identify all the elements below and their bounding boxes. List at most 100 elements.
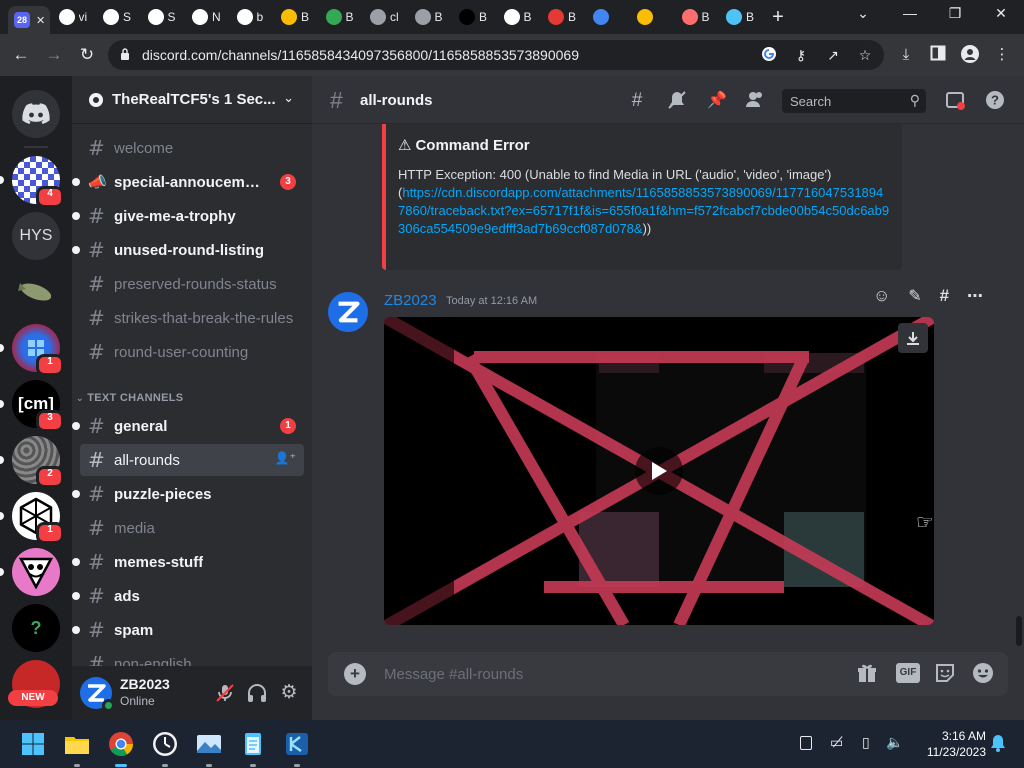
restore-button[interactable]: ❐ <box>940 5 970 22</box>
browser-tab[interactable]: B <box>275 4 320 30</box>
photos-icon[interactable] <box>194 729 224 759</box>
guild-question[interactable]: ? <box>12 604 60 652</box>
sticker-icon[interactable] <box>934 662 958 686</box>
browser-tab[interactable]: B <box>320 4 365 30</box>
browser-tab[interactable]: B <box>498 4 543 30</box>
channel-puzzle-pieces[interactable]: # puzzle-pieces <box>72 478 304 510</box>
channel-general[interactable]: # general 1 <box>72 410 304 442</box>
new-tab-button[interactable]: + <box>768 6 788 29</box>
kdenlive-icon[interactable] <box>282 729 312 759</box>
browser-tab[interactable]: b <box>231 4 276 30</box>
category-text-channels[interactable]: ⌄ TEXT CHANNELS <box>76 392 183 404</box>
avatar[interactable] <box>80 677 115 712</box>
chrome-icon[interactable] <box>106 729 136 759</box>
profile-icon[interactable] <box>960 45 980 65</box>
notepad-icon[interactable] <box>238 729 268 759</box>
guild-hys[interactable]: HYS <box>12 212 60 260</box>
search-input[interactable]: Search ⚲ <box>782 89 926 113</box>
add-attachment-button[interactable]: + <box>344 663 366 685</box>
channel-ads[interactable]: # ads <box>72 580 304 612</box>
close-tab-icon[interactable]: ✕ <box>36 14 45 27</box>
network-offline-icon[interactable]: ▭̸ <box>830 734 843 751</box>
bookmark-star-icon[interactable]: ☆ <box>856 46 874 64</box>
gift-icon[interactable] <box>856 662 880 686</box>
browser-tab[interactable]: B <box>676 4 721 30</box>
channel-unused-round-listing[interactable]: # unused-round-listing <box>72 234 304 266</box>
back-button[interactable]: ← <box>10 44 32 66</box>
download-icon[interactable]: ⤓ <box>896 45 916 65</box>
inbox-icon[interactable] <box>944 90 966 112</box>
google-lens-icon[interactable] <box>760 46 778 64</box>
browser-tab[interactable]: vi <box>53 4 98 30</box>
browser-tab[interactable]: B <box>720 4 765 30</box>
browser-tab[interactable]: S <box>97 4 142 30</box>
clock-date[interactable]: 11/23/2023 <box>916 745 986 759</box>
invite-member-icon[interactable]: 👤⁺ <box>275 451 296 465</box>
share-icon[interactable]: ↗ <box>824 46 842 64</box>
browser-tab[interactable]: S <box>142 4 187 30</box>
headphones-icon[interactable] <box>246 682 268 704</box>
guild-triangle-face[interactable] <box>12 548 60 596</box>
message-input[interactable]: Message #all-rounds <box>384 660 824 688</box>
browser-tab[interactable]: 28 ✕ <box>8 6 50 34</box>
forward-button[interactable]: → <box>43 44 65 66</box>
channel-preserved-rounds-status[interactable]: # preserved-rounds-status <box>80 268 304 300</box>
battery-plug-icon[interactable]: ▯ <box>862 734 870 751</box>
tab-search-chevron-icon[interactable]: ⌄ <box>848 5 878 22</box>
add-reaction-icon[interactable]: ☺ <box>873 286 890 306</box>
close-window-button[interactable]: ✕ <box>986 5 1016 22</box>
server-header[interactable]: TheRealTCF5's 1 Sec... ⌄ <box>72 76 312 124</box>
channel-round-user-counting[interactable]: # round-user-counting <box>80 336 304 368</box>
browser-tab[interactable] <box>631 4 676 30</box>
download-attachment-button[interactable] <box>898 323 928 353</box>
browser-tab[interactable]: cl <box>364 4 409 30</box>
more-options-icon[interactable]: ⋯ <box>967 286 983 306</box>
channel-special-annoucements[interactable]: 📣 special-annoucements 3 <box>72 166 304 198</box>
clock-time[interactable]: 3:16 AM <box>926 729 986 743</box>
browser-tab[interactable] <box>587 4 632 30</box>
create-thread-icon[interactable]: # <box>940 286 949 306</box>
pin-icon[interactable]: 📌 <box>706 90 728 112</box>
message-avatar[interactable] <box>328 292 368 332</box>
play-button[interactable] <box>635 447 683 495</box>
volume-muted-icon[interactable]: 🔈 <box>886 734 903 751</box>
channel-media[interactable]: # media <box>80 512 304 544</box>
clock-app-icon[interactable] <box>150 729 180 759</box>
channel-welcome[interactable]: # welcome <box>80 132 304 164</box>
guild-dots[interactable]: 2 <box>12 436 64 488</box>
channel-all-rounds[interactable]: # all-rounds 👤⁺ <box>80 444 304 476</box>
side-panel-icon[interactable] <box>928 45 948 65</box>
browser-menu-icon[interactable]: ⋮ <box>992 45 1012 65</box>
threads-icon[interactable]: #​ <box>626 90 648 112</box>
guild-hexagon[interactable]: 1 <box>12 492 64 544</box>
user-settings-gear-icon[interactable]: ⚙ <box>278 682 300 704</box>
guild-checkered[interactable]: 4 <box>12 156 64 208</box>
key-icon[interactable]: ⚷ <box>792 46 810 64</box>
mic-muted-icon[interactable] <box>214 682 236 704</box>
guild-fish[interactable] <box>12 268 60 316</box>
file-explorer-icon[interactable] <box>62 729 92 759</box>
reload-button[interactable]: ↻ <box>76 44 98 66</box>
start-button[interactable] <box>18 729 48 759</box>
member-list-icon[interactable] <box>744 90 766 112</box>
guild-windows[interactable]: 1 <box>12 324 64 376</box>
guild-cm[interactable]: [cm] 3 <box>12 380 64 432</box>
tablet-mode-icon[interactable] <box>800 736 812 750</box>
edit-pencil-icon[interactable]: ✎ <box>908 286 921 306</box>
notification-bell-icon[interactable] <box>990 734 1006 757</box>
browser-tab[interactable]: N <box>186 4 231 30</box>
channel-give-me-a-trophy[interactable]: # give-me-a-trophy <box>72 200 304 232</box>
video-attachment[interactable] <box>384 317 934 625</box>
channel-spam[interactable]: # spam <box>72 614 304 646</box>
notification-bell-muted-icon[interactable] <box>666 90 688 112</box>
browser-tab[interactable]: B <box>453 4 498 30</box>
message-author[interactable]: ZB2023 <box>384 292 437 309</box>
browser-tab[interactable]: B <box>409 4 454 30</box>
browser-tab[interactable]: B <box>542 4 587 30</box>
channel-memes-stuff[interactable]: # memes-stuff <box>72 546 304 578</box>
gif-button[interactable]: GIF <box>896 663 920 683</box>
chat-scrollbar[interactable] <box>1016 616 1022 646</box>
emoji-icon[interactable] <box>972 662 996 686</box>
guild-new[interactable]: NEW <box>8 660 60 708</box>
minimize-button[interactable]: — <box>895 5 925 21</box>
